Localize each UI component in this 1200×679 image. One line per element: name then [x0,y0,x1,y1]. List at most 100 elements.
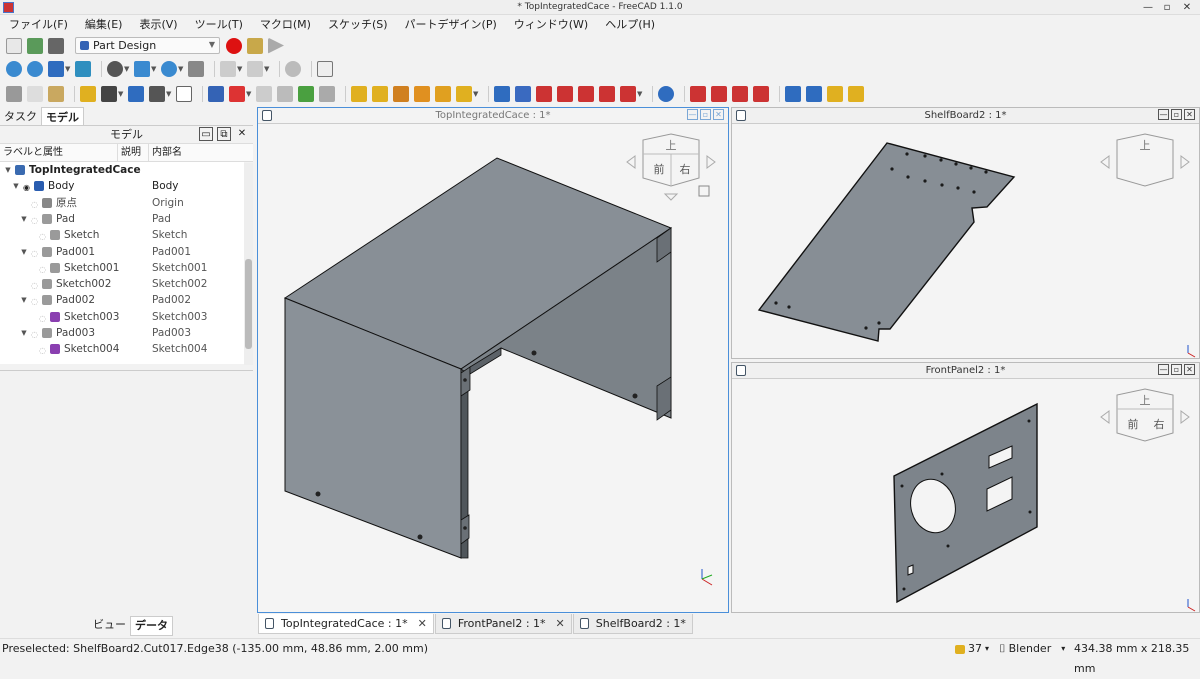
execute-macro-icon[interactable] [268,37,284,54]
chevron-down-icon[interactable]: ▼ [4,162,12,178]
chevron-down-icon[interactable]: ▼ [20,292,28,308]
chevron-down-icon[interactable]: ▼ [12,178,20,194]
chevron-down-icon[interactable]: ▼ [124,65,130,73]
3d-viewport[interactable]: 上 前 右 [732,379,1199,612]
shape-binder-icon[interactable] [298,85,314,102]
variable-set-icon[interactable] [176,85,192,102]
tab-model[interactable]: モデル [41,107,84,125]
mirrored-icon[interactable] [785,85,801,102]
pocket-icon[interactable] [494,85,510,102]
boolean-icon[interactable] [658,85,674,102]
additive-pipe-icon[interactable] [414,85,430,102]
chevron-down-icon[interactable]: ▼ [151,65,157,73]
chevron-down-icon[interactable]: ▼ [178,65,184,73]
tree-scrollbar[interactable] [244,163,253,365]
notification-area[interactable]: 37 ▾ [955,639,989,659]
tab-tasks[interactable]: タスク [0,107,41,125]
redo-icon[interactable] [247,60,263,77]
sketch-icon[interactable] [229,85,245,102]
polar-pattern-icon[interactable] [827,85,843,102]
float-panel-icon[interactable]: ⧉ [217,127,231,141]
paste-icon[interactable] [48,85,64,102]
pad-icon[interactable] [351,85,367,102]
subtractive-helix-icon[interactable] [599,85,615,102]
macro-editor-icon[interactable] [247,37,263,54]
navcube-top-face[interactable]: 上 [1140,394,1151,407]
main-3d-view-window[interactable]: TopIntegratedCace : 1* — ▫ ✕ 上 前 右 [257,107,729,613]
multi-transform-icon[interactable] [848,85,864,102]
tree-item[interactable]: ▼ TopIntegratedCace [0,162,244,178]
tree-item[interactable]: ▼ ◉ Body Body [0,178,244,194]
rotate-left-icon[interactable] [626,155,636,169]
chevron-down-icon[interactable]: ▼ [246,90,252,98]
tree-item[interactable]: ◌ Sketch004 Sketch004 [0,341,244,357]
tab-data[interactable]: データ [130,616,173,636]
menu-file[interactable]: ファイル(F) [4,15,73,34]
tree-item[interactable]: ◌ Sketch001 Sketch001 [0,260,244,276]
close-icon[interactable]: ✕ [1184,109,1195,120]
chevron-down-icon[interactable]: ▼ [473,90,479,98]
refresh-icon[interactable] [285,60,301,77]
navcube-top-face[interactable]: 上 [1140,139,1151,152]
tree-item[interactable]: ▼ ◌ Pad Pad [0,211,244,227]
navigation-cube[interactable]: 上 前 右 [1100,388,1190,442]
additive-primitive-icon[interactable] [456,85,472,102]
draw-style-icon[interactable] [107,60,123,77]
view-box-icon[interactable] [134,60,150,77]
minimize-button[interactable]: — [1141,0,1155,15]
chevron-down-icon[interactable]: ▼ [237,65,243,73]
revolution-icon[interactable] [372,85,388,102]
rotate-down-icon[interactable] [663,193,679,201]
hole-icon[interactable] [515,85,531,102]
navigation-cube[interactable]: 上 [1100,133,1190,187]
minimize-icon[interactable]: — [687,109,698,120]
subtractive-loft-icon[interactable] [557,85,573,102]
rotate-right-icon[interactable] [1180,155,1190,169]
tree-item[interactable]: ◌ Sketch003 Sketch003 [0,309,244,325]
group-folder-icon[interactable] [128,85,144,102]
close-tab-icon[interactable]: ✕ [418,617,427,630]
new-document-icon[interactable] [6,37,22,54]
rotate-left-icon[interactable] [1100,410,1110,424]
column-internal-name[interactable]: 内部名 [149,144,244,161]
std-views-icon[interactable] [75,60,91,77]
whats-this-icon[interactable] [317,60,333,77]
case-model-drawing[interactable]: 上 前 右 [258,124,728,612]
subtractive-pipe-icon[interactable] [578,85,594,102]
navcube-front-face[interactable]: 前 [1128,417,1139,431]
view-menu-icon[interactable] [698,185,710,197]
close-window-button[interactable]: ✕ [1180,0,1194,15]
chevron-down-icon[interactable]: ▼ [65,65,71,73]
menu-part-design[interactable]: パートデザイン(P) [400,15,502,34]
clone-icon[interactable] [277,85,293,102]
restore-icon[interactable]: ▫ [1171,109,1182,120]
chevron-down-icon[interactable]: ▼ [264,65,270,73]
rotate-right-icon[interactable] [1180,410,1190,424]
create-part-icon[interactable] [80,85,96,102]
additive-helix-icon[interactable] [435,85,451,102]
draft-icon[interactable] [732,85,748,102]
3d-viewport[interactable]: 上 前 右 [258,124,728,612]
doc-tab-frontpanel2[interactable]: FrontPanel2 : 1* ✕ [434,614,572,634]
save-document-icon[interactable] [48,37,64,54]
chevron-down-icon[interactable]: ▼ [20,211,28,227]
rotate-left-icon[interactable] [1100,155,1110,169]
chevron-down-icon[interactable]: ▼ [637,90,643,98]
validate-sketch-icon[interactable] [256,85,272,102]
navigation-style-selector[interactable]: ⌷ Blender ▾ [999,639,1065,659]
frontpanel-view-window[interactable]: FrontPanel2 : 1* — ▫ ✕ 上 前 右 [731,362,1200,613]
minimize-icon[interactable]: — [1158,109,1169,120]
3d-viewport[interactable]: 上 [732,124,1199,358]
subtractive-primitive-icon[interactable] [620,85,636,102]
record-macro-icon[interactable] [226,37,242,54]
column-label[interactable]: ラベルと属性 [0,144,118,161]
minimize-icon[interactable]: — [1158,364,1169,375]
menu-macro[interactable]: マクロ(M) [255,15,316,34]
column-description[interactable]: 説明 [118,144,149,161]
menu-tools[interactable]: ツール(T) [190,15,248,34]
fit-all-icon[interactable] [6,60,22,77]
isometric-view-icon[interactable] [48,60,64,77]
menu-edit[interactable]: 編集(E) [80,15,128,34]
subshape-binder-icon[interactable] [319,85,335,102]
maximize-button[interactable]: ▫ [1160,0,1174,15]
